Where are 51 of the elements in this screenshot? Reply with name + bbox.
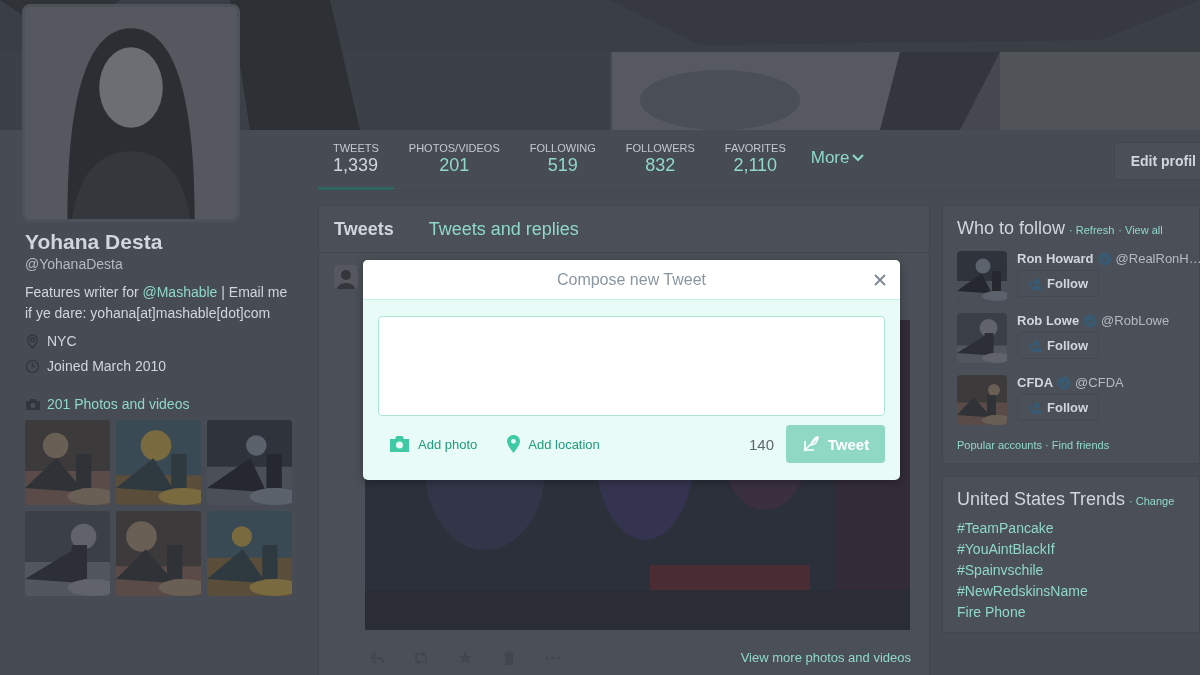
trend-link[interactable]: #YouAintBlackIf xyxy=(957,541,1055,557)
profile-bio: Features writer for @Mashable | Email me if ye dare: yohana[at]mashable[dot]com xyxy=(25,283,289,323)
profile-handle: @YohanaDesta xyxy=(25,256,124,272)
view-all-link[interactable]: · View all xyxy=(1118,224,1163,236)
card-title: United States Trends xyxy=(957,489,1126,510)
trend-link[interactable]: #NewRedskinsName xyxy=(957,583,1088,599)
trend-link[interactable]: #TeamPancake xyxy=(957,520,1054,536)
caret-icon xyxy=(852,154,865,162)
trend-link[interactable]: #Spainvschile xyxy=(957,562,1044,578)
add-user-icon xyxy=(1028,277,1042,290)
card-title: Who to follow xyxy=(957,218,1066,239)
follow-button[interactable]: Follow xyxy=(1017,332,1100,359)
character-counter: 140 xyxy=(748,435,774,453)
quill-icon xyxy=(801,435,820,453)
profile-name: Yohana Desta xyxy=(25,230,164,254)
stat-tab[interactable]: FOLLOWERS 832 xyxy=(610,130,710,190)
tweet-input-field[interactable] xyxy=(378,316,885,416)
photos-link[interactable]: 201 Photos and videos xyxy=(47,396,190,412)
camera-icon xyxy=(25,397,41,411)
follow-button[interactable]: Follow xyxy=(1017,394,1100,421)
account-name[interactable]: CFDA xyxy=(1017,375,1054,390)
account-name[interactable]: Ron Howard xyxy=(1017,251,1094,266)
add-user-icon xyxy=(1028,339,1042,352)
camera-icon xyxy=(389,435,410,453)
trend-link[interactable]: Fire Phone xyxy=(957,604,1026,620)
location-text: NYC xyxy=(47,333,77,349)
popular-accounts-link[interactable]: Popular accounts xyxy=(957,439,1042,451)
change-link[interactable]: · Change xyxy=(1129,495,1175,507)
edit-profile-button[interactable]: Edit profil xyxy=(1113,142,1200,180)
account-handle: @RobLowe xyxy=(1101,313,1170,328)
find-friends-link[interactable]: · Find friends xyxy=(1045,439,1110,451)
timeline-tab[interactable]: Tweets and replies xyxy=(428,218,579,240)
refresh-link[interactable]: · Refresh xyxy=(1069,224,1115,236)
stat-tab[interactable]: TWEETS 1,339 xyxy=(318,130,394,190)
account-handle: @RealRonH… xyxy=(1115,251,1200,266)
account-name[interactable]: Rob Lowe xyxy=(1017,313,1080,328)
add-user-icon xyxy=(1028,401,1042,414)
view-more-link[interactable]: View more photos and videos xyxy=(740,650,911,665)
location-pin-icon xyxy=(507,435,521,453)
stat-tab[interactable]: FOLLOWING 519 xyxy=(514,130,611,190)
joined-date: Joined March 2010 xyxy=(47,358,167,374)
account-handle: @CFDA xyxy=(1075,375,1124,390)
follow-button[interactable]: Follow xyxy=(1017,270,1100,297)
stat-tab[interactable]: PHOTOS/VIDEOS 201 xyxy=(393,130,515,190)
timeline-tab[interactable]: Tweets xyxy=(334,218,394,240)
more-menu[interactable]: More xyxy=(800,130,875,168)
stat-tab[interactable]: FAVORITES 2,110 xyxy=(709,130,801,190)
dialog-title: Compose new Tweet xyxy=(556,270,707,289)
mention-link[interactable]: @Mashable xyxy=(142,284,218,300)
avatar-icon xyxy=(334,265,358,289)
close-icon[interactable] xyxy=(874,274,886,286)
